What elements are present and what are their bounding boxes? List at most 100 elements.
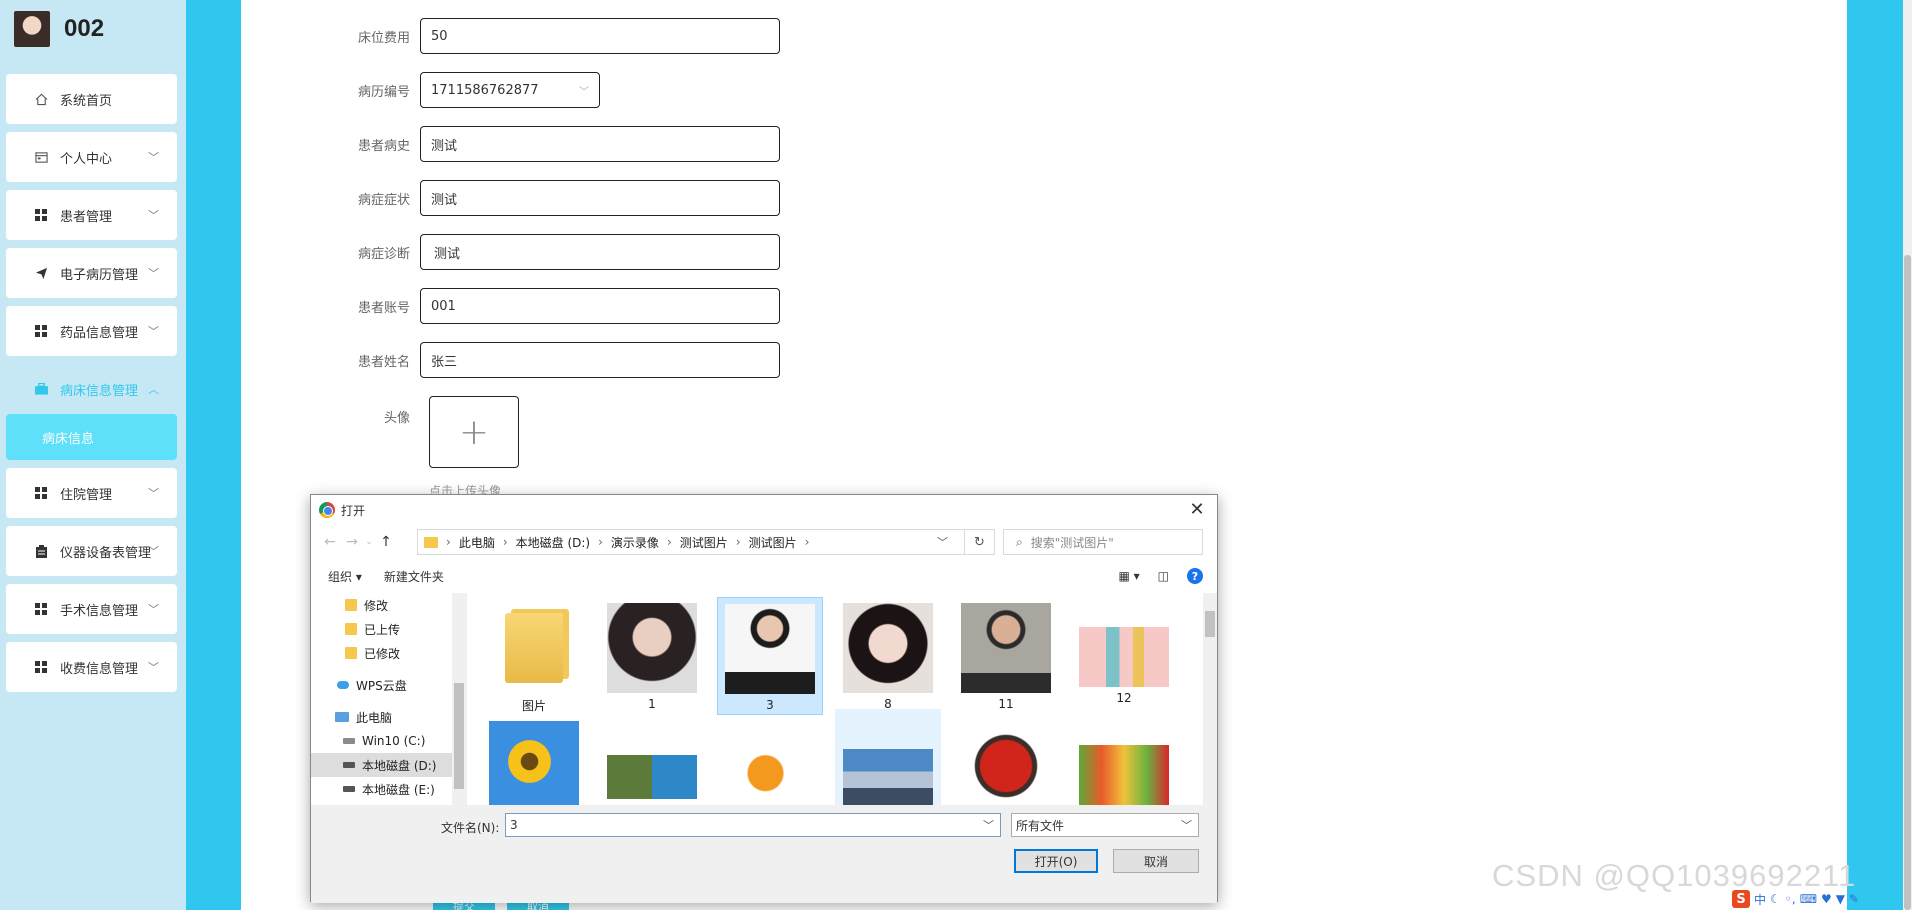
close-icon[interactable]: ✕: [1185, 499, 1209, 520]
up-arrow-icon[interactable]: ↑: [375, 534, 397, 550]
tree-item-label: 此电脑: [356, 710, 393, 725]
filetype-select[interactable]: 所有文件 ﹀: [1011, 813, 1199, 837]
file-item[interactable]: [599, 715, 705, 805]
punctuation-icon[interactable]: ◦,: [1785, 892, 1796, 906]
file-item-hover[interactable]: [835, 709, 941, 805]
view-mode-icon[interactable]: ▦ ▾: [1118, 569, 1139, 583]
dialog-toolbar: 组织 ▾ 新建文件夹 ▦ ▾ ◫ ?: [311, 559, 1217, 593]
photo-thumbnail: [725, 721, 815, 805]
path-breadcrumb[interactable]: › 此电脑 › 本地磁盘 (D:) › 演示录像 › 测试图片 › 测试图片 ›…: [417, 529, 965, 555]
shirt-icon[interactable]: ▼: [1836, 892, 1845, 906]
submenu-item-bed-info[interactable]: 病床信息: [6, 414, 177, 460]
symptoms-input[interactable]: 测试: [420, 180, 780, 216]
menu-item-equipment[interactable]: 仪器设备表管理 ﹀: [6, 526, 177, 576]
folder-icon: [345, 599, 357, 611]
sogou-ime-icon[interactable]: S: [1732, 890, 1750, 908]
file-item-selected[interactable]: 3: [717, 597, 823, 715]
menu-item-billing[interactable]: 收费信息管理 ﹀: [6, 642, 177, 692]
organize-button[interactable]: 组织 ▾: [328, 568, 362, 585]
breadcrumb-item[interactable]: 测试图片: [680, 534, 728, 551]
field-label: 患者病史: [357, 138, 410, 154]
tools-icon[interactable]: ✎: [1849, 892, 1859, 906]
recent-chevron-icon[interactable]: ⌄: [363, 537, 375, 547]
search-input[interactable]: ⌕ 搜索"测试图片": [1003, 529, 1203, 555]
skin-icon[interactable]: ♥: [1821, 892, 1832, 906]
file-item[interactable]: 图片: [481, 597, 587, 715]
file-item[interactable]: 11: [953, 597, 1059, 715]
file-grid-scrollbar-thumb[interactable]: [1205, 611, 1215, 637]
avatar[interactable]: [14, 11, 50, 47]
computer-icon: [335, 712, 349, 722]
file-name: 12: [1116, 691, 1132, 705]
chevron-down-icon[interactable]: ﹀: [983, 817, 994, 833]
preview-pane-icon[interactable]: ◫: [1158, 569, 1169, 583]
diagnosis-input[interactable]: 测试: [420, 234, 780, 270]
ime-mode[interactable]: 中: [1754, 891, 1766, 908]
menu-item-inpatient[interactable]: 住院管理 ﹀: [6, 468, 177, 518]
menu-item-beds[interactable]: 病床信息管理 ︿: [6, 364, 177, 414]
account-input[interactable]: 001: [420, 288, 780, 324]
username: 002: [64, 15, 105, 42]
chevron-down-icon[interactable]: ﹀: [937, 534, 948, 550]
refresh-icon[interactable]: ↻: [965, 529, 995, 555]
tree-item[interactable]: 已修改: [311, 641, 466, 665]
chevron-down-icon: ﹀: [579, 86, 589, 98]
filename-value: 3: [510, 818, 518, 832]
filename-input[interactable]: 3 ﹀: [505, 813, 1001, 837]
sidebar: 002 系统首页 个人中心 ﹀ 患者管理 ﹀ 电子病历管理 ﹀ 药品信息管理 ﹀: [0, 0, 186, 910]
address-bar-row: ← → ⌄ ↑ › 此电脑 › 本地磁盘 (D:) › 演示录像 › 测试图片 …: [311, 525, 1217, 559]
help-icon[interactable]: ?: [1187, 568, 1203, 584]
breadcrumb-item[interactable]: 此电脑: [459, 534, 495, 551]
forward-arrow-icon[interactable]: →: [341, 534, 363, 550]
file-item[interactable]: 12: [1071, 597, 1177, 715]
menu-item-surgery[interactable]: 手术信息管理 ﹀: [6, 584, 177, 634]
record-no-select[interactable]: 1711586762877 ﹀: [420, 72, 600, 108]
tree-scrollbar-thumb[interactable]: [454, 683, 464, 789]
photo-thumbnail: [725, 604, 815, 694]
avatar-upload-button[interactable]: +: [429, 396, 519, 468]
menu-item-home[interactable]: 系统首页: [6, 74, 177, 124]
dialog-title: 打开: [341, 503, 366, 518]
menu-item-patients[interactable]: 患者管理 ﹀: [6, 190, 177, 240]
history-input[interactable]: 测试: [420, 126, 780, 162]
right-accent-stripe: [1847, 0, 1903, 910]
tree-item[interactable]: WPS云盘: [311, 673, 466, 697]
page-scrollbar-thumb[interactable]: [1904, 255, 1911, 910]
menu-label: 个人中心: [60, 151, 113, 167]
file-item[interactable]: [481, 715, 587, 805]
bed-fee-input[interactable]: 50: [420, 18, 780, 54]
breadcrumb-item[interactable]: 演示录像: [611, 534, 659, 551]
file-grid: 图片 1 3 8 11 12: [469, 593, 1203, 805]
file-item[interactable]: [1071, 715, 1177, 805]
tree-item[interactable]: 本地磁盘 (E:): [311, 777, 466, 801]
page-scrollbar[interactable]: [1903, 0, 1912, 910]
nav-tree: 修改 已上传 已修改 WPS云盘 此电脑 Win10 (C:) 本地磁盘 (D:…: [311, 593, 467, 805]
tree-scrollbar[interactable]: [452, 593, 466, 805]
file-item[interactable]: [953, 715, 1059, 805]
file-item[interactable]: [717, 715, 823, 805]
menu-item-personal[interactable]: 个人中心 ﹀: [6, 132, 177, 182]
name-input[interactable]: 张三: [420, 342, 780, 378]
tree-item[interactable]: 已上传: [311, 617, 466, 641]
menu-label: 药品信息管理: [60, 325, 139, 341]
menu-item-drugs[interactable]: 药品信息管理 ﹀: [6, 306, 177, 356]
menu-label: 患者管理: [60, 209, 113, 225]
new-folder-button[interactable]: 新建文件夹: [384, 568, 444, 585]
menu-item-emr[interactable]: 电子病历管理 ﹀: [6, 248, 177, 298]
moon-icon[interactable]: ☾: [1770, 892, 1781, 906]
tree-item[interactable]: 修改: [311, 593, 466, 617]
back-arrow-icon[interactable]: ←: [319, 534, 341, 550]
dialog-cancel-button[interactable]: 取消: [1113, 849, 1199, 873]
file-item[interactable]: 1: [599, 597, 705, 715]
breadcrumb-item[interactable]: 本地磁盘 (D:): [516, 534, 590, 551]
open-button[interactable]: 打开(O): [1014, 849, 1098, 873]
user-info: 002: [14, 11, 104, 47]
tree-item-selected[interactable]: 本地磁盘 (D:): [311, 753, 466, 777]
keyboard-icon[interactable]: ⌨: [1800, 892, 1817, 906]
tree-item[interactable]: Win10 (C:): [311, 729, 466, 753]
file-item[interactable]: 8: [835, 597, 941, 715]
breadcrumb-item[interactable]: 测试图片: [749, 534, 797, 551]
file-grid-scrollbar[interactable]: [1203, 593, 1217, 805]
organize-label: 组织: [328, 569, 353, 584]
tree-item[interactable]: 此电脑: [311, 705, 466, 729]
